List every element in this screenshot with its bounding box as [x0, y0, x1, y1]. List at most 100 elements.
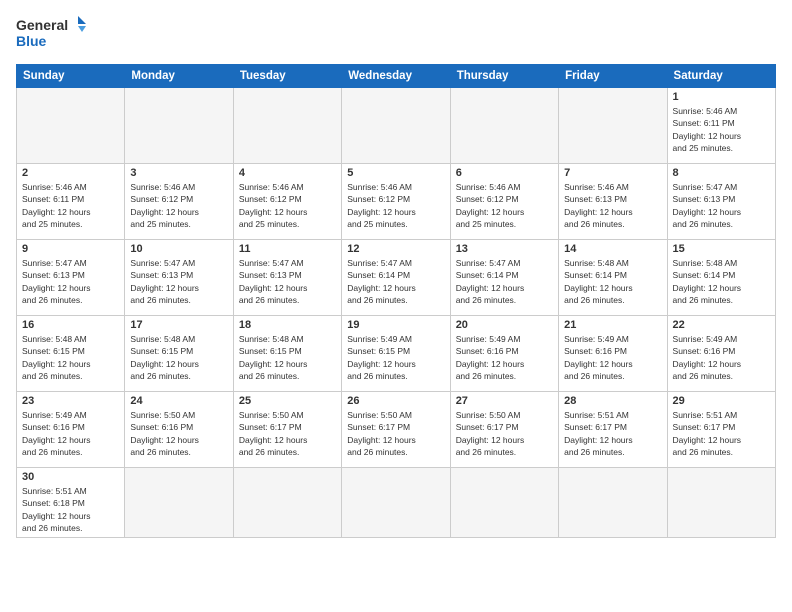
calendar-cell: 12Sunrise: 5:47 AMSunset: 6:14 PMDayligh… [342, 240, 450, 316]
day-number: 24 [130, 395, 227, 407]
day-number: 15 [673, 243, 770, 255]
calendar-cell [233, 88, 341, 164]
calendar-cell: 9 Sunrise: 5:47 AMSunset: 6:13 PMDaylight… [17, 240, 125, 316]
day-number: 5 [347, 167, 444, 179]
day-info: Sunrise: 5:50 AMSunset: 6:17 PMDaylight:… [456, 409, 553, 458]
day-info: Sunrise: 5:46 AMSunset: 6:12 PMDaylight:… [239, 181, 336, 230]
day-info: Sunrise: 5:50 AMSunset: 6:16 PMDaylight:… [130, 409, 227, 458]
day-info: Sunrise: 5:47 AMSunset: 6:13 PMDaylight:… [673, 181, 770, 230]
calendar-cell: 21 Sunrise: 5:49 AMSunset: 6:16 PMDayligh… [559, 316, 667, 392]
day-info: Sunrise: 5:49 AMSunset: 6:16 PMDaylight:… [673, 333, 770, 382]
calendar-cell [233, 468, 341, 538]
day-number: 29 [673, 395, 770, 407]
calendar-cell [17, 88, 125, 164]
day-info: Sunrise: 5:46 AMSunset: 6:13 PMDaylight:… [564, 181, 661, 230]
day-number: 6 [456, 167, 553, 179]
calendar-cell: 1Sunrise: 5:46 AMSunset: 6:11 PMDaylight… [667, 88, 775, 164]
day-info: Sunrise: 5:48 AMSunset: 6:14 PMDaylight:… [564, 257, 661, 306]
day-number: 27 [456, 395, 553, 407]
day-number: 30 [22, 471, 119, 483]
calendar-cell: 15 Sunrise: 5:48 AMSunset: 6:14 PMDayligh… [667, 240, 775, 316]
day-info: Sunrise: 5:49 AMSunset: 6:16 PMDaylight:… [564, 333, 661, 382]
calendar-cell: 5 Sunrise: 5:46 AMSunset: 6:12 PMDaylight… [342, 164, 450, 240]
calendar-cell: 6 Sunrise: 5:46 AMSunset: 6:12 PMDaylight… [450, 164, 558, 240]
col-saturday: Saturday [667, 65, 775, 88]
day-info: Sunrise: 5:47 AMSunset: 6:14 PMDaylight:… [456, 257, 553, 306]
day-info: Sunrise: 5:46 AMSunset: 6:12 PMDaylight:… [130, 181, 227, 230]
day-number: 9 [22, 243, 119, 255]
day-number: 2 [22, 167, 119, 179]
day-number: 3 [130, 167, 227, 179]
day-number: 14 [564, 243, 661, 255]
page: General Blue Sunday Monday Tuesday Wedne… [0, 0, 792, 612]
day-number: 21 [564, 319, 661, 331]
day-info: Sunrise: 5:48 AMSunset: 6:15 PMDaylight:… [22, 333, 119, 382]
day-info: Sunrise: 5:48 AMSunset: 6:14 PMDaylight:… [673, 257, 770, 306]
calendar-cell: 18 Sunrise: 5:48 AMSunset: 6:15 PMDayligh… [233, 316, 341, 392]
calendar-cell: 11 Sunrise: 5:47 AMSunset: 6:13 PMDayligh… [233, 240, 341, 316]
day-number: 11 [239, 243, 336, 255]
day-number: 8 [673, 167, 770, 179]
calendar-week-row: 9 Sunrise: 5:47 AMSunset: 6:13 PMDaylight… [17, 240, 776, 316]
calendar-cell [667, 468, 775, 538]
col-monday: Monday [125, 65, 233, 88]
day-number: 28 [564, 395, 661, 407]
day-info: Sunrise: 5:49 AMSunset: 6:16 PMDaylight:… [22, 409, 119, 458]
calendar-cell [342, 468, 450, 538]
calendar-cell: 7 Sunrise: 5:46 AMSunset: 6:13 PMDaylight… [559, 164, 667, 240]
calendar-cell: 22 Sunrise: 5:49 AMSunset: 6:16 PMDayligh… [667, 316, 775, 392]
col-wednesday: Wednesday [342, 65, 450, 88]
day-info: Sunrise: 5:47 AMSunset: 6:13 PMDaylight:… [130, 257, 227, 306]
calendar-cell [450, 468, 558, 538]
day-info: Sunrise: 5:48 AMSunset: 6:15 PMDaylight:… [130, 333, 227, 382]
header: General Blue [16, 14, 776, 54]
calendar-cell: 25Sunrise: 5:50 AMSunset: 6:17 PMDayligh… [233, 392, 341, 468]
day-info: Sunrise: 5:48 AMSunset: 6:15 PMDaylight:… [239, 333, 336, 382]
calendar-cell: 26Sunrise: 5:50 AMSunset: 6:17 PMDayligh… [342, 392, 450, 468]
calendar-cell [559, 468, 667, 538]
day-info: Sunrise: 5:47 AMSunset: 6:13 PMDaylight:… [239, 257, 336, 306]
calendar-week-row: 1Sunrise: 5:46 AMSunset: 6:11 PMDaylight… [17, 88, 776, 164]
calendar-cell: 2Sunrise: 5:46 AMSunset: 6:11 PMDaylight… [17, 164, 125, 240]
calendar-cell: 20Sunrise: 5:49 AMSunset: 6:16 PMDayligh… [450, 316, 558, 392]
day-number: 25 [239, 395, 336, 407]
day-number: 17 [130, 319, 227, 331]
svg-text:Blue: Blue [16, 33, 47, 49]
day-info: Sunrise: 5:47 AMSunset: 6:13 PMDaylight:… [22, 257, 119, 306]
day-info: Sunrise: 5:51 AMSunset: 6:18 PMDaylight:… [22, 485, 119, 534]
day-info: Sunrise: 5:46 AMSunset: 6:12 PMDaylight:… [347, 181, 444, 230]
day-number: 7 [564, 167, 661, 179]
calendar-cell: 24 Sunrise: 5:50 AMSunset: 6:16 PMDayligh… [125, 392, 233, 468]
day-number: 16 [22, 319, 119, 331]
calendar-cell: 17 Sunrise: 5:48 AMSunset: 6:15 PMDayligh… [125, 316, 233, 392]
calendar-cell: 19 Sunrise: 5:49 AMSunset: 6:15 PMDayligh… [342, 316, 450, 392]
day-number: 20 [456, 319, 553, 331]
day-info: Sunrise: 5:46 AMSunset: 6:11 PMDaylight:… [673, 105, 770, 154]
calendar-cell: 8 Sunrise: 5:47 AMSunset: 6:13 PMDaylight… [667, 164, 775, 240]
calendar-cell: 27 Sunrise: 5:50 AMSunset: 6:17 PMDayligh… [450, 392, 558, 468]
day-number: 22 [673, 319, 770, 331]
calendar-week-row: 2Sunrise: 5:46 AMSunset: 6:11 PMDaylight… [17, 164, 776, 240]
calendar-cell: 13 Sunrise: 5:47 AMSunset: 6:14 PMDayligh… [450, 240, 558, 316]
day-info: Sunrise: 5:46 AMSunset: 6:12 PMDaylight:… [456, 181, 553, 230]
calendar-cell: 30 Sunrise: 5:51 AMSunset: 6:18 PMDayligh… [17, 468, 125, 538]
day-number: 23 [22, 395, 119, 407]
col-thursday: Thursday [450, 65, 558, 88]
calendar-header-row: Sunday Monday Tuesday Wednesday Thursday… [17, 65, 776, 88]
day-number: 4 [239, 167, 336, 179]
calendar-cell: 28Sunrise: 5:51 AMSunset: 6:17 PMDayligh… [559, 392, 667, 468]
calendar-week-row: 16 Sunrise: 5:48 AMSunset: 6:15 PMDayligh… [17, 316, 776, 392]
calendar-week-row: 23 Sunrise: 5:49 AMSunset: 6:16 PMDayligh… [17, 392, 776, 468]
col-friday: Friday [559, 65, 667, 88]
day-info: Sunrise: 5:49 AMSunset: 6:15 PMDaylight:… [347, 333, 444, 382]
day-number: 13 [456, 243, 553, 255]
calendar-week-row: 30 Sunrise: 5:51 AMSunset: 6:18 PMDayligh… [17, 468, 776, 538]
calendar-cell: 10Sunrise: 5:47 AMSunset: 6:13 PMDayligh… [125, 240, 233, 316]
calendar-cell [342, 88, 450, 164]
calendar-cell [125, 468, 233, 538]
calendar-cell: 16 Sunrise: 5:48 AMSunset: 6:15 PMDayligh… [17, 316, 125, 392]
day-number: 19 [347, 319, 444, 331]
day-number: 18 [239, 319, 336, 331]
day-number: 12 [347, 243, 444, 255]
calendar-table: Sunday Monday Tuesday Wednesday Thursday… [16, 64, 776, 538]
